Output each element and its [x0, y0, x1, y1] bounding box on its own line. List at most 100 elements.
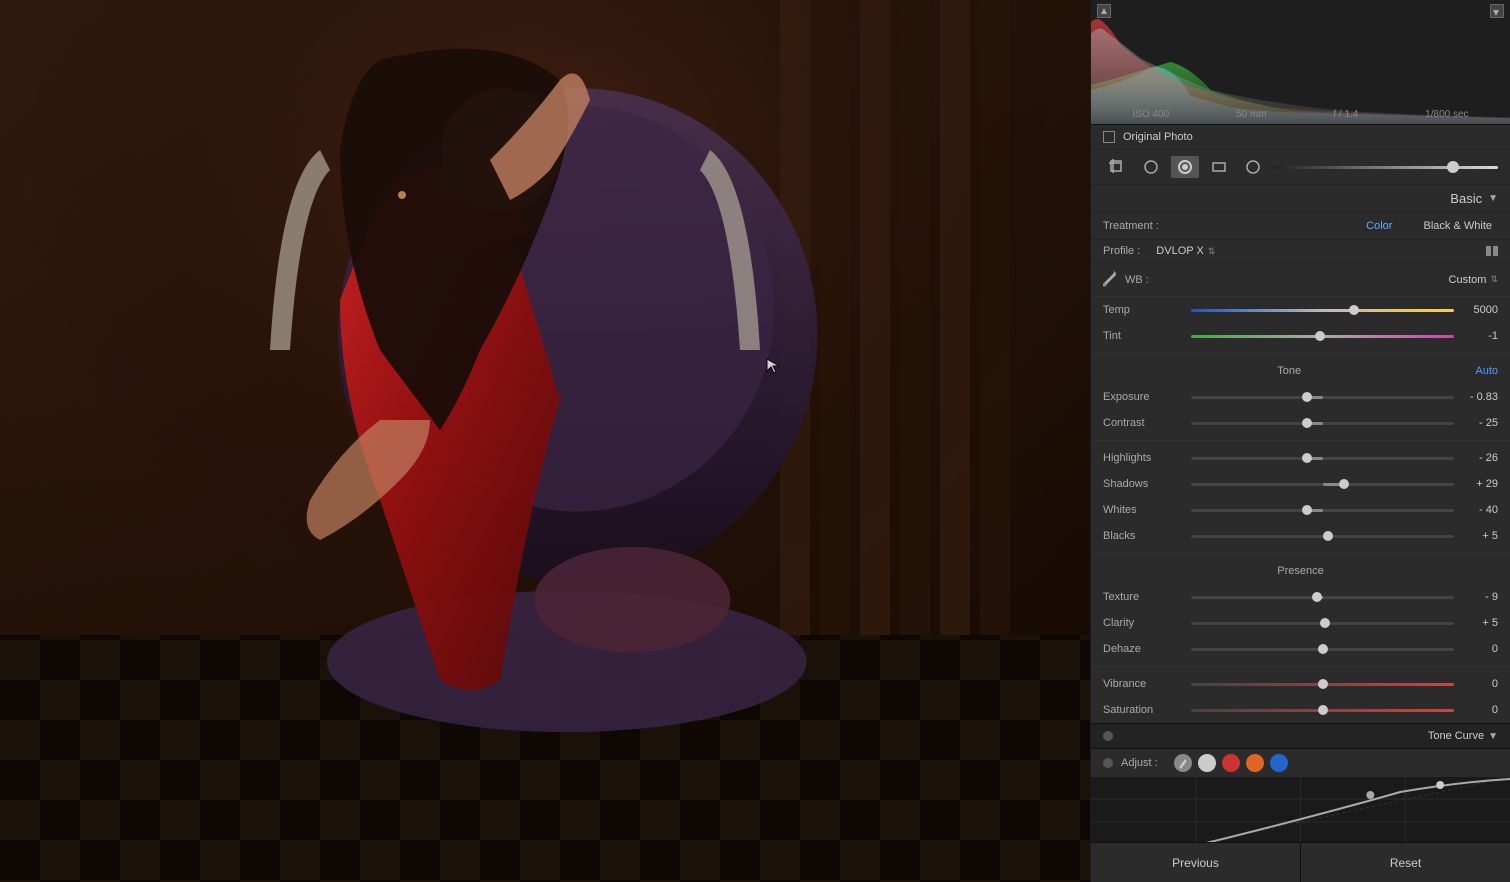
highlights-row: Highlights - 26 — [1091, 445, 1510, 471]
dehaze-slider[interactable] — [1191, 648, 1454, 651]
shadows-value: + 29 — [1462, 478, 1498, 490]
contrast-slider[interactable] — [1191, 422, 1454, 425]
blacks-value: + 5 — [1462, 530, 1498, 542]
tint-value: -1 — [1462, 330, 1498, 342]
clarity-slider[interactable] — [1191, 622, 1454, 625]
saturation-row: Saturation 0 — [1091, 697, 1510, 723]
section-title-basic: Basic — [1450, 191, 1482, 206]
tone-curve-toggle[interactable] — [1103, 731, 1113, 741]
whites-row: Whites - 40 — [1091, 497, 1510, 523]
vibrance-label: Vibrance — [1103, 678, 1183, 690]
exposure-row: Exposure - 0.83 — [1091, 384, 1510, 410]
shadows-row: Shadows + 29 — [1091, 471, 1510, 497]
meta-shutter: 1/800 sec — [1425, 109, 1468, 120]
vibrance-value: 0 — [1462, 678, 1498, 690]
shadows-slider[interactable] — [1191, 483, 1454, 486]
clarity-row: Clarity + 5 — [1091, 610, 1510, 636]
histogram-clipping-left[interactable] — [1097, 4, 1111, 18]
highlights-value: - 26 — [1462, 452, 1498, 464]
curve-icon-white[interactable] — [1198, 754, 1216, 772]
texture-slider[interactable] — [1191, 596, 1454, 599]
adjust-toggle[interactable] — [1103, 758, 1113, 768]
adjust-label: Adjust : — [1121, 757, 1158, 769]
treatment-bw[interactable]: Black & White — [1418, 218, 1498, 234]
blacks-label: Blacks — [1103, 530, 1183, 542]
blacks-row: Blacks + 5 — [1091, 523, 1510, 549]
texture-value: - 9 — [1462, 591, 1498, 603]
highlights-label: Highlights — [1103, 452, 1183, 464]
adjust-icons — [1174, 754, 1288, 772]
histogram-clipping-right[interactable] — [1490, 4, 1504, 18]
vibrance-slider[interactable] — [1191, 683, 1454, 686]
tone-curve-graph[interactable] — [1091, 777, 1510, 842]
tone-label: Tone — [1103, 365, 1475, 377]
saturation-slider[interactable] — [1191, 709, 1454, 712]
wb-label: WB : — [1125, 274, 1149, 286]
tone-curve-title: Tone Curve — [1121, 730, 1484, 742]
curve-icon-blue[interactable] — [1270, 754, 1288, 772]
section-arrow-basic: ▼ — [1488, 193, 1498, 204]
curve-icon-pencil[interactable] — [1174, 754, 1192, 772]
tint-slider[interactable] — [1191, 335, 1454, 338]
dehaze-label: Dehaze — [1103, 643, 1183, 655]
texture-label: Texture — [1103, 591, 1183, 603]
contrast-label: Contrast — [1103, 417, 1183, 429]
panel-scroll[interactable]: Basic ▼ Treatment : Color Black & White … — [1091, 185, 1510, 842]
auto-button[interactable]: Auto — [1475, 365, 1498, 377]
eyedropper-tool[interactable] — [1103, 268, 1117, 291]
tool-circle[interactable] — [1239, 156, 1267, 178]
temp-slider[interactable] — [1191, 309, 1454, 312]
photo-area — [0, 0, 1090, 882]
tint-row: Tint -1 — [1091, 323, 1510, 349]
treatment-row: Treatment : Color Black & White — [1091, 213, 1510, 240]
shadows-label: Shadows — [1103, 478, 1183, 490]
clarity-label: Clarity — [1103, 617, 1183, 629]
saturation-value: 0 — [1462, 704, 1498, 716]
highlights-slider[interactable] — [1191, 457, 1454, 460]
curve-icon-red[interactable] — [1222, 754, 1240, 772]
tool-slider-row[interactable] — [1273, 166, 1498, 169]
treatment-color[interactable]: Color — [1360, 218, 1398, 234]
texture-row: Texture - 9 — [1091, 584, 1510, 610]
tool-rectangle[interactable] — [1205, 156, 1233, 178]
tone-curve-header[interactable]: Tone Curve ▼ — [1091, 723, 1510, 749]
profile-value[interactable]: DVLOP X ⇅ — [1156, 245, 1215, 257]
section-header-basic[interactable]: Basic ▼ — [1091, 185, 1510, 213]
blacks-slider[interactable] — [1191, 535, 1454, 538]
tool-circle-active[interactable] — [1171, 156, 1199, 178]
meta-aperture: f / 1.4 — [1333, 109, 1358, 120]
presence-label: Presence — [1103, 565, 1498, 577]
contrast-value: - 25 — [1462, 417, 1498, 429]
temp-value: 5000 — [1462, 304, 1498, 316]
tool-spot-remove[interactable] — [1137, 156, 1165, 178]
previous-button[interactable]: Previous — [1091, 843, 1301, 882]
original-photo-checkbox[interactable] — [1103, 131, 1115, 143]
temp-label: Temp — [1103, 304, 1183, 316]
tool-icons-row — [1091, 150, 1510, 185]
curve-icon-orange[interactable] — [1246, 754, 1264, 772]
whites-slider[interactable] — [1191, 509, 1454, 512]
vibrance-row: Vibrance 0 — [1091, 671, 1510, 697]
adjust-row: Adjust : — [1091, 749, 1510, 777]
meta-iso: ISO 400 — [1132, 109, 1169, 120]
presence-header: Presence — [1091, 558, 1510, 584]
reset-button[interactable]: Reset — [1301, 843, 1510, 882]
profile-label: Profile : — [1103, 245, 1140, 257]
clarity-value: + 5 — [1462, 617, 1498, 629]
tone-row: Tone Auto — [1091, 358, 1510, 384]
profile-row: Profile : DVLOP X ⇅ — [1091, 240, 1510, 263]
histogram-area: ISO 400 50 mm f / 1.4 1/800 sec — [1091, 0, 1510, 125]
original-photo-row[interactable]: Original Photo — [1091, 125, 1510, 150]
exposure-label: Exposure — [1103, 391, 1183, 403]
wb-value[interactable]: Custom ⇅ — [1449, 274, 1498, 286]
exposure-value: - 0.83 — [1462, 391, 1498, 403]
wb-row: WB : Custom ⇅ — [1091, 263, 1510, 297]
contrast-row: Contrast - 25 — [1091, 410, 1510, 436]
profile-grid-icon[interactable] — [1486, 246, 1498, 256]
exposure-slider[interactable] — [1191, 396, 1454, 399]
bottom-buttons: Previous Reset — [1091, 842, 1510, 882]
tool-crop[interactable] — [1103, 156, 1131, 178]
temp-row: Temp 5000 — [1091, 297, 1510, 323]
saturation-label: Saturation — [1103, 704, 1183, 716]
meta-focal: 50 mm — [1236, 109, 1267, 120]
